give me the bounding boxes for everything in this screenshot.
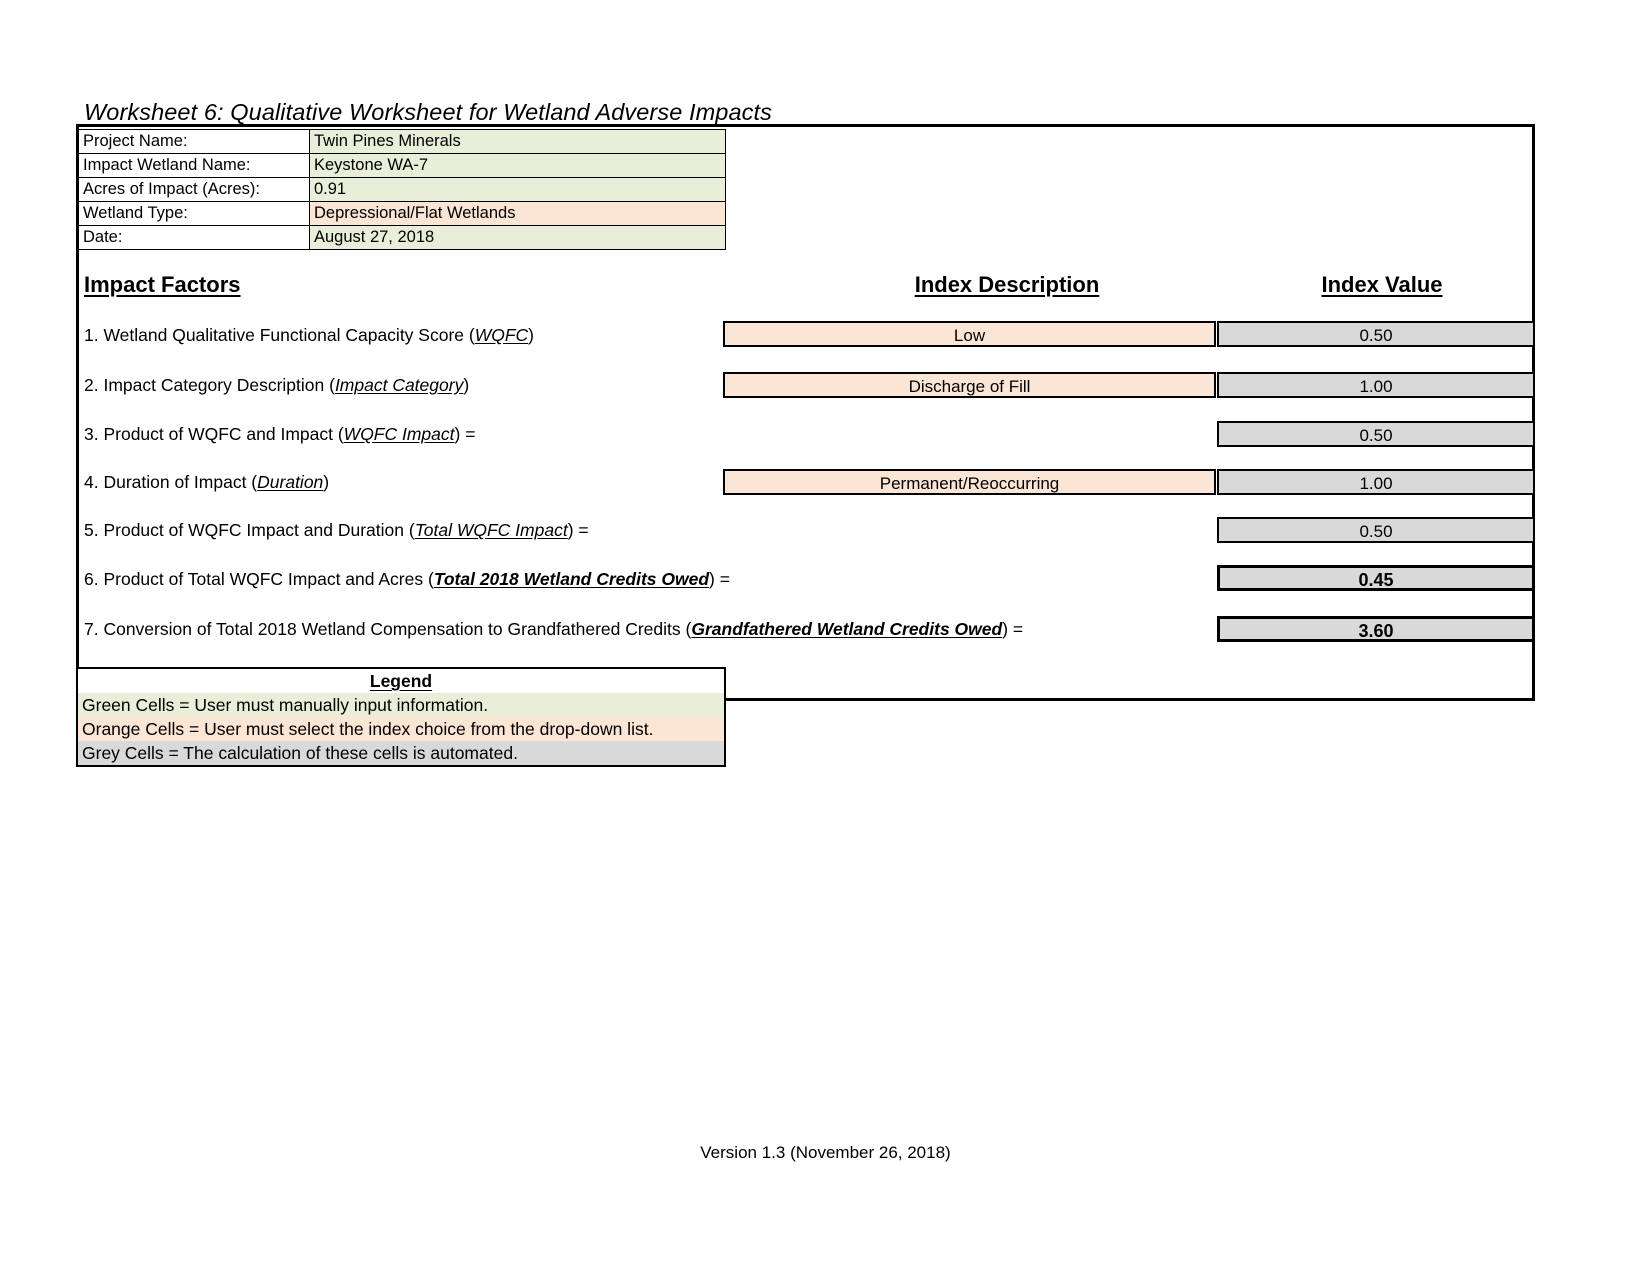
factor-1-text-after: ) — [528, 325, 534, 345]
factor-4-text-before: 4. Duration of Impact ( — [84, 472, 258, 492]
factor-4-term: Duration — [257, 472, 324, 492]
factor-3-term: WQFC Impact — [343, 424, 455, 444]
factor-6-text-after: ) = — [709, 569, 730, 589]
legend: Legend Green Cells = User must manually … — [76, 667, 726, 767]
info-value-impact-wetland-name[interactable]: Keystone WA-7 — [309, 153, 726, 178]
factor-5-text-after: ) = — [567, 520, 589, 540]
index-value-2: 1.00 — [1217, 372, 1535, 398]
factor-2-term: Impact Category — [334, 375, 464, 395]
factor-3-text-after: ) = — [454, 424, 476, 444]
info-label-impact-wetland-name: Impact Wetland Name: — [78, 153, 310, 178]
info-label-date: Date: — [78, 225, 310, 250]
factor-label-3: 3. Product of WQFC and Impact (WQFC Impa… — [84, 424, 475, 444]
index-description-2[interactable]: Discharge of Fill — [723, 372, 1216, 398]
table-row: Wetland Type: Depressional/Flat Wetlands — [78, 201, 726, 226]
legend-row-orange: Orange Cells = User must select the inde… — [78, 717, 724, 741]
info-value-date[interactable]: August 27, 2018 — [309, 225, 726, 250]
project-info-table: Project Name: Twin Pines Minerals Impact… — [78, 129, 726, 250]
info-value-wetland-type[interactable]: Depressional/Flat Wetlands — [309, 201, 726, 226]
column-header-index-description: Index Description — [914, 272, 1100, 297]
info-label-wetland-type: Wetland Type: — [78, 201, 310, 226]
factor-label-4: 4. Duration of Impact (Duration) — [84, 472, 329, 492]
factor-7-text-after: ) = — [1002, 619, 1024, 639]
factor-7-text-before: 7. Conversion of Total 2018 Wetland Comp… — [84, 619, 692, 639]
index-description-1[interactable]: Low — [723, 321, 1216, 347]
factor-label-5: 5. Product of WQFC Impact and Duration (… — [84, 520, 589, 540]
table-row: Date: August 27, 2018 — [78, 225, 726, 250]
factor-3-text-before: 3. Product of WQFC and Impact ( — [84, 424, 344, 444]
table-row: Project Name: Twin Pines Minerals — [78, 129, 726, 154]
table-row: Acres of Impact (Acres): 0.91 — [78, 177, 726, 202]
factor-label-7: 7. Conversion of Total 2018 Wetland Comp… — [84, 619, 1023, 639]
version-footer: Version 1.3 (November 26, 2018) — [700, 1143, 951, 1162]
index-description-4[interactable]: Permanent/Reoccurring — [723, 469, 1216, 495]
index-value-7: 3.60 — [1217, 616, 1535, 642]
factor-4-text-after: ) — [323, 472, 330, 492]
index-value-5: 0.50 — [1217, 517, 1535, 543]
legend-title: Legend — [78, 669, 724, 693]
factor-label-1: 1. Wetland Qualitative Functional Capaci… — [84, 325, 534, 345]
legend-row-green: Green Cells = User must manually input i… — [78, 693, 724, 717]
info-label-project-name: Project Name: — [78, 129, 310, 154]
factor-label-2: 2. Impact Category Description (Impact C… — [84, 375, 469, 395]
factor-6-text-before: 6. Product of Total WQFC Impact and Acre… — [84, 569, 434, 589]
factor-5-text-before: 5. Product of WQFC Impact and Duration ( — [84, 520, 415, 540]
factor-2-text-before: 2. Impact Category Description ( — [84, 375, 335, 395]
index-value-3: 0.50 — [1217, 421, 1535, 447]
factor-2-text-after: ) — [463, 375, 470, 395]
index-value-1: 0.50 — [1217, 321, 1535, 347]
factor-7-term: Grandfathered Wetland Credits Owed — [691, 619, 1003, 639]
factor-6-term: Total 2018 Wetland Credits Owed — [433, 569, 710, 589]
column-header-index-value: Index Value — [1321, 272, 1443, 297]
info-value-project-name[interactable]: Twin Pines Minerals — [309, 129, 726, 154]
factor-5-term: Total WQFC Impact — [414, 520, 568, 540]
index-value-6: 0.45 — [1217, 565, 1535, 591]
index-value-4: 1.00 — [1217, 469, 1535, 495]
table-row: Impact Wetland Name: Keystone WA-7 — [78, 153, 726, 178]
factor-label-6: 6. Product of Total WQFC Impact and Acre… — [84, 569, 730, 589]
info-label-acres-of-impact: Acres of Impact (Acres): — [78, 177, 310, 202]
factor-1-text-before: 1. Wetland Qualitative Functional Capaci… — [84, 325, 475, 345]
legend-row-grey: Grey Cells = The calculation of these ce… — [78, 741, 724, 765]
info-value-acres-of-impact[interactable]: 0.91 — [309, 177, 726, 202]
factor-1-term: WQFC — [474, 325, 529, 345]
column-header-impact-factors: Impact Factors — [84, 272, 241, 297]
page-title: Worksheet 6: Qualitative Worksheet for W… — [84, 99, 772, 125]
